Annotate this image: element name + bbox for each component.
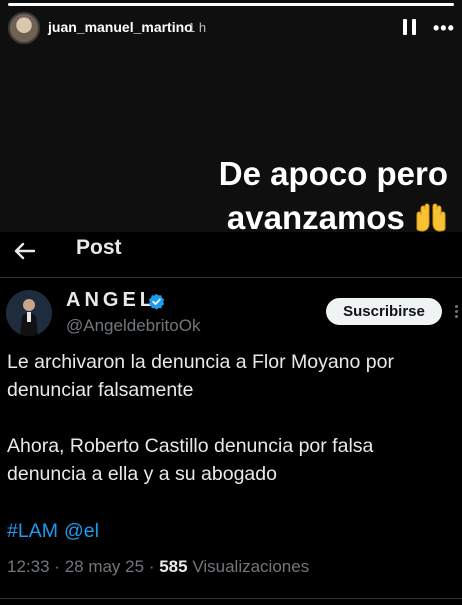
views-count: 585 — [159, 557, 188, 576]
subscribe-button[interactable]: Suscribirse — [326, 298, 442, 325]
more-options-icon[interactable]: ••• — [433, 18, 455, 39]
author-avatar[interactable] — [6, 290, 52, 336]
tweet-header: Post — [0, 232, 462, 278]
bottom-divider — [0, 598, 462, 599]
views-label: Visualizaciones — [192, 557, 310, 576]
story-progress-bar — [8, 3, 454, 6]
author-avatar-image — [6, 290, 52, 336]
author-handle[interactable]: @AngeldebritoOk — [66, 316, 200, 336]
post-title: Post — [76, 236, 122, 259]
hashtag-link[interactable]: #LAM — [7, 520, 58, 542]
tweet-date[interactable]: 28 may 25 — [65, 557, 144, 576]
meta-separator: · — [54, 557, 60, 576]
story-time-ago: 1 h — [188, 20, 207, 35]
mention-link[interactable]: @el — [64, 520, 99, 542]
verified-badge-icon — [148, 293, 165, 310]
caption-line-2-text: avanzamos — [226, 199, 405, 236]
tweet-text-paragraph-1: Le archivaron la denuncia a Flor Moyano … — [7, 351, 394, 401]
caption-line-1: De apoco pero — [218, 155, 448, 192]
tweet-more-icon[interactable] — [455, 305, 461, 319]
story-avatar[interactable] — [8, 12, 40, 44]
pause-icon[interactable] — [403, 19, 417, 35]
tweet-time[interactable]: 12:33 — [7, 557, 50, 576]
story-caption: De apoco pero avanzamos — [219, 152, 448, 240]
story-progress-fill — [8, 3, 454, 6]
tweet-tags: #LAM @el — [7, 520, 105, 543]
story-username[interactable]: juan_manuel_martino — [48, 19, 193, 35]
tweet-text: Le archivaron la denuncia a Flor Moyano … — [7, 348, 455, 488]
back-arrow-icon[interactable] — [12, 238, 38, 264]
header-divider — [0, 277, 462, 278]
author-name[interactable]: ANGEL — [66, 289, 156, 312]
story-frame: juan_manuel_martino 1 h ••• De apoco per… — [0, 0, 462, 236]
meta-separator: · — [148, 557, 155, 576]
tweet-card: Post ANGEL @AngeldebritoOk Suscribirse L… — [0, 232, 462, 605]
raised-hands-icon — [416, 203, 446, 232]
tweet-meta: 12:33 · 28 may 25 · 585 Visualizaciones — [7, 557, 309, 577]
tweet-text-paragraph-2: Ahora, Roberto Castillo denuncia por fal… — [7, 435, 374, 485]
